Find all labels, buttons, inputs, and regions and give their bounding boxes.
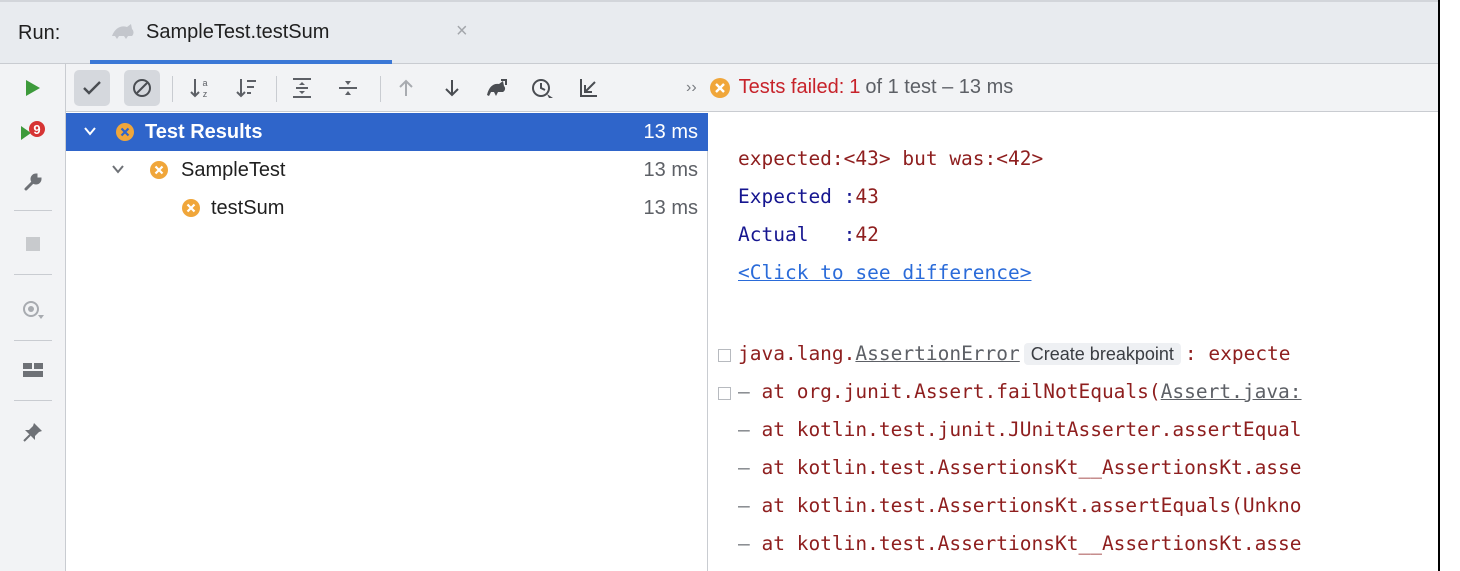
- svg-text:a: a: [202, 78, 207, 88]
- separator: [276, 76, 277, 102]
- expected-value-line: Expected :43: [738, 185, 879, 208]
- no-entry-icon: [133, 79, 151, 97]
- show-passed-button[interactable]: [74, 70, 110, 106]
- stack-frame: — at kotlin.test.AssertionsKt__Assertion…: [738, 456, 1302, 479]
- exception-line: java.lang.AssertionError Create breakpoin…: [738, 342, 1291, 365]
- test-summary-text: of 1 test – 13 ms: [865, 76, 1014, 98]
- settings-button[interactable]: [0, 162, 66, 202]
- tree-row-test-results[interactable]: Test Results 13 ms: [66, 113, 708, 151]
- divider: [14, 274, 52, 275]
- more-chevron[interactable]: ››: [686, 79, 697, 97]
- exception-package: java.lang.: [738, 342, 856, 365]
- chevron-down-icon[interactable]: [83, 124, 97, 138]
- exception-class-link[interactable]: AssertionError: [855, 342, 1019, 365]
- pin-tab-button[interactable]: [0, 412, 66, 452]
- run-tool-window-header: Run: SampleTest.testSum ×: [0, 0, 1438, 64]
- test-history-button[interactable]: [524, 70, 560, 106]
- test-runner-toolbar: a z ›› Tests failed: 1 of 1 test – 13 ms: [66, 64, 1438, 112]
- expand-all-icon: [293, 78, 311, 98]
- import-tests-button[interactable]: [478, 70, 514, 106]
- failed-count: 1: [849, 76, 861, 98]
- tree-item-label: Test Results: [145, 121, 263, 143]
- history-icon: [532, 79, 553, 98]
- stack-frame: — at kotlin.test.junit.JUnitAsserter.ass…: [738, 418, 1302, 441]
- divider: [14, 340, 52, 341]
- test-failed-icon: [150, 161, 168, 179]
- test-results-tree: Test Results 13 ms SampleTest 13 ms test…: [66, 113, 708, 571]
- stack-frame: — at kotlin.test.AssertionsKt__Assertion…: [738, 532, 1302, 555]
- tree-item-label: testSum: [211, 197, 285, 219]
- assertion-message: expected:<43> but was:<42>: [738, 147, 1044, 170]
- fold-toggle-icon[interactable]: [718, 349, 731, 362]
- stop-button[interactable]: [0, 224, 66, 264]
- sort-alphabetically-button[interactable]: a z: [182, 70, 218, 106]
- export-icon: [580, 79, 597, 97]
- arrow-up-icon: [399, 79, 413, 96]
- rerun-button[interactable]: [0, 68, 66, 108]
- play-icon: [26, 80, 40, 96]
- svg-text:z: z: [203, 89, 208, 99]
- test-status-summary: ›› Tests failed: 1 of 1 test – 13 ms: [686, 76, 1013, 99]
- divider: [14, 210, 52, 211]
- fold-toggle-icon[interactable]: [718, 387, 731, 400]
- layout-button[interactable]: [0, 350, 66, 390]
- exception-message: : expecte: [1184, 342, 1291, 365]
- test-failed-icon: [116, 123, 134, 141]
- show-ignored-button[interactable]: [124, 70, 160, 106]
- tests-icon: [487, 79, 507, 96]
- duration: 13 ms: [643, 197, 698, 219]
- duration: 13 ms: [643, 159, 698, 181]
- expected-value: 43: [855, 185, 879, 208]
- export-results-button[interactable]: [570, 70, 606, 106]
- divider: [14, 400, 52, 401]
- expand-all-button[interactable]: [284, 70, 320, 106]
- duration: 13 ms: [643, 121, 698, 143]
- separator: [380, 76, 381, 102]
- layout-icon: [23, 363, 43, 377]
- sort-az-icon: a z: [190, 78, 208, 99]
- sort-by-duration-button[interactable]: [228, 70, 264, 106]
- tests-failed-label: Tests failed:: [738, 76, 845, 98]
- create-breakpoint-button[interactable]: Create breakpoint: [1023, 343, 1181, 365]
- arrow-down-icon: [445, 80, 459, 97]
- next-failed-test-button[interactable]: [434, 70, 470, 106]
- click-to-see-difference-link[interactable]: <Click to see difference>: [738, 261, 1032, 284]
- tab-sampletest-testsum[interactable]: SampleTest.testSum ×: [90, 2, 468, 64]
- run-label: Run:: [18, 22, 61, 44]
- test-failed-icon: [182, 199, 200, 217]
- wrench-icon: [24, 173, 42, 191]
- tree-item-label: SampleTest: [181, 159, 286, 181]
- pin-icon: [23, 423, 42, 442]
- test-failed-icon: [709, 77, 730, 98]
- previous-failed-test-button[interactable]: [388, 70, 424, 106]
- tab-title: SampleTest.testSum: [146, 21, 330, 43]
- check-icon: [83, 81, 101, 95]
- chevron-down-icon[interactable]: [111, 162, 125, 176]
- actual-label: Actual :: [738, 223, 856, 246]
- left-action-strip: 9: [0, 64, 66, 571]
- expected-label: Expected :: [738, 185, 856, 208]
- eye-icon: [23, 301, 44, 319]
- stop-icon: [26, 237, 40, 251]
- tests-icon: [112, 24, 134, 39]
- tree-row-testsum[interactable]: testSum 13 ms: [66, 189, 708, 227]
- stack-frame: — at org.junit.Assert.failNotEquals(Asse…: [738, 380, 1302, 403]
- sort-duration-icon: [236, 79, 256, 98]
- svg-text:9: 9: [33, 122, 40, 137]
- rerun-failed-icon: 9: [21, 121, 45, 140]
- window-edge: [1438, 0, 1460, 571]
- stack-frame: — at kotlin.test.AssertionsKt.assertEqua…: [738, 494, 1302, 517]
- collapse-all-button[interactable]: [330, 70, 366, 106]
- rerun-failed-tests-button[interactable]: 9: [0, 112, 66, 152]
- close-icon[interactable]: ×: [456, 20, 468, 43]
- actual-value-line: Actual :42: [738, 223, 879, 246]
- tree-row-sampletest[interactable]: SampleTest 13 ms: [66, 151, 708, 189]
- actual-value: 42: [855, 223, 879, 246]
- view-options-button[interactable]: [0, 290, 66, 330]
- separator: [172, 76, 173, 102]
- source-link[interactable]: Assert.java:: [1161, 380, 1302, 403]
- test-output-console[interactable]: expected:<43> but was:<42> Expected :43 …: [709, 113, 1438, 571]
- collapse-all-icon: [339, 81, 357, 95]
